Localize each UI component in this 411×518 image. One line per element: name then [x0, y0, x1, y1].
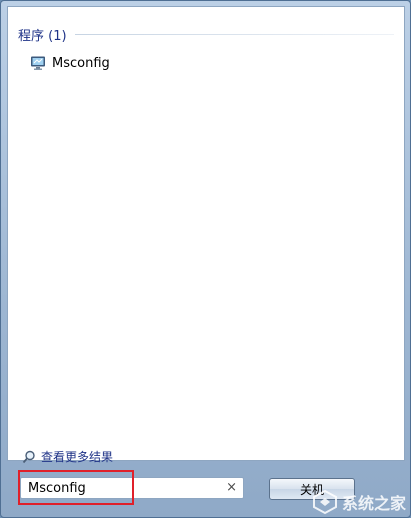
- results-group-header: 程序 (1): [18, 25, 394, 44]
- search-input[interactable]: [21, 479, 218, 497]
- watermark-text: 系统之家: [341, 494, 406, 513]
- clear-search-icon[interactable]: ×: [226, 480, 237, 496]
- search-magnifier-icon: [22, 449, 36, 464]
- watermark: 系统之家: [312, 489, 406, 515]
- see-more-label: 查看更多结果: [41, 449, 114, 464]
- watermark-logo-icon: [312, 489, 338, 515]
- search-box[interactable]: ×: [20, 477, 244, 499]
- start-menu: 程序 (1) Msconfig 查看更多结果 Msconfig × 关机 系统之…: [0, 0, 411, 518]
- result-label: Msconfig: [52, 55, 110, 71]
- msconfig-monitor-icon: [30, 55, 46, 71]
- see-more-results-link[interactable]: 查看更多结果: [22, 447, 113, 465]
- group-divider: [74, 33, 394, 35]
- group-title: 程序 (1): [18, 28, 67, 44]
- search-results-panel: 程序 (1) Msconfig 查看更多结果: [7, 6, 405, 464]
- result-item-msconfig[interactable]: Msconfig: [30, 53, 110, 73]
